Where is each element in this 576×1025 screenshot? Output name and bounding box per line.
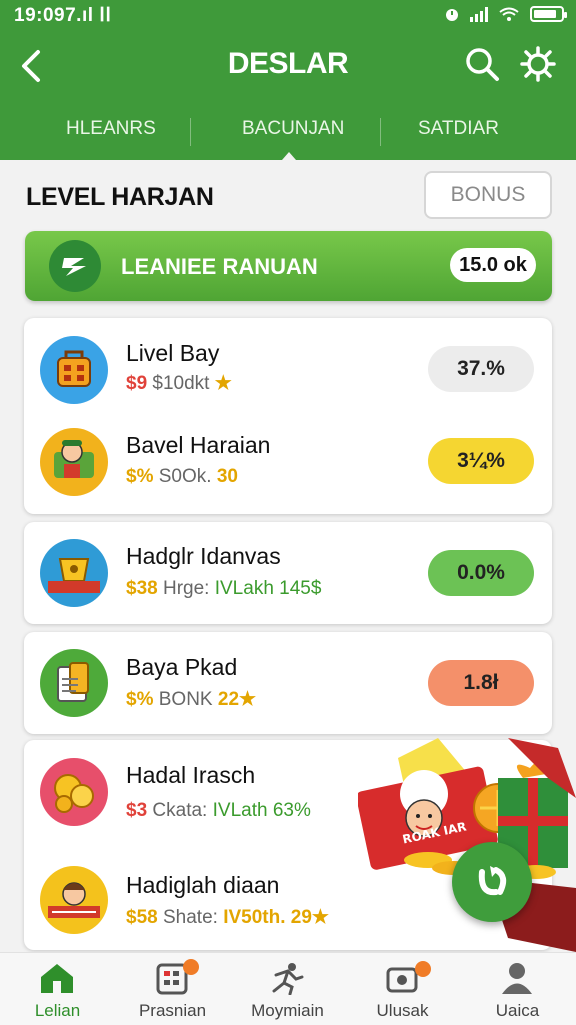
tab-bar: HLEANRS BACUNJAN SATDIAR <box>0 108 576 152</box>
list-card: Livel Bay $9 $10dkt ★ 37.% Bavel Haraian… <box>24 318 552 514</box>
trophy-icon <box>40 539 108 607</box>
nav-label: Prasnian <box>138 1001 207 1020</box>
app-header: 19:097.ıl ⅠⅠ DESLAR HLEANRS BACUNJAN SAT… <box>0 0 576 160</box>
alarm-icon <box>446 9 458 21</box>
home-icon <box>41 964 73 993</box>
item-title: Hadglr Idanvas <box>126 543 281 569</box>
status-icons <box>444 5 567 23</box>
banner-value: 15.0 ok <box>450 248 536 282</box>
item-subtitle: $38 Hrge: IVLakh 145$ <box>126 578 322 599</box>
character-icon <box>40 866 108 934</box>
value-pill[interactable]: 3¼% <box>428 438 534 484</box>
value-pill[interactable]: 37.% <box>428 346 534 392</box>
notification-dot <box>183 959 199 975</box>
floating-action-button[interactable] <box>452 842 532 922</box>
item-title: Baya Pkad <box>126 654 238 680</box>
item-subtitle: $% BONK 22★ <box>126 689 257 710</box>
active-tab-indicator <box>282 152 296 160</box>
nav-item-moymiain[interactable]: Moymiain <box>230 953 345 1025</box>
item-title: Livel Bay <box>126 340 220 366</box>
character-icon <box>40 428 108 496</box>
item-subtitle: $9 $10dkt ★ <box>126 373 232 394</box>
nav-item-uaica[interactable]: Uaica <box>460 953 575 1025</box>
section-title: LEVEL HARJAN <box>26 183 214 211</box>
tab-divider <box>190 118 191 146</box>
tab-divider <box>380 118 381 146</box>
list-card: Baya Pkad $% BONK 22★ 1.8ł <box>24 632 552 734</box>
nav-label: Uaica <box>495 1001 540 1020</box>
item-subtitle: $58 Shate: IV50th. 29★ <box>126 907 329 928</box>
wifi-signal-icon <box>499 7 519 21</box>
item-subtitle: $3 Ckata: IVLath 63% <box>126 800 311 821</box>
nav-label: Ulusak <box>376 1001 429 1020</box>
bonus-button[interactable]: BONUS <box>424 171 552 219</box>
coins-icon <box>40 758 108 826</box>
tab-bacunjan[interactable]: BACUNJAN <box>242 118 344 140</box>
list-item[interactable]: Bavel Haraian $% S0Ok. 30 3¼% <box>24 408 552 518</box>
nav-item-lelian[interactable]: Lelian <box>0 953 115 1025</box>
battery-icon <box>530 6 567 22</box>
item-title: Bavel Haraian <box>126 432 271 458</box>
list-card: Hadglr Idanvas $38 Hrge: IVLakh 145$ 0.0… <box>24 522 552 624</box>
list-item[interactable]: Baya Pkad $% BONK 22★ 1.8ł <box>24 632 552 734</box>
document-icon <box>40 649 108 717</box>
nav-label: Lelian <box>34 1001 81 1020</box>
banner-label: LEANIEE RANUAN <box>121 254 318 279</box>
runner-icon <box>272 963 304 995</box>
profile-icon <box>502 963 532 994</box>
list-item[interactable]: Hadglr Idanvas $38 Hrge: IVLakh 145$ 0.0… <box>24 522 552 624</box>
bag-icon <box>40 336 108 404</box>
bottom-navigation: Lelian Prasnian Moymiain Ulusak Uaica <box>0 952 576 1025</box>
signal-icon <box>470 6 488 22</box>
value-pill[interactable]: 0.0% <box>428 550 534 596</box>
nav-label: Moymiain <box>251 1001 324 1020</box>
banner-badge-icon <box>49 240 101 292</box>
nav-item-ulusak[interactable]: Ulusak <box>345 953 460 1025</box>
status-time: 19:097.ıl ⅠⅠ <box>14 5 112 26</box>
nav-item-prasnian[interactable]: Prasnian <box>115 953 230 1025</box>
refresh-icon <box>478 866 507 896</box>
search-icon[interactable] <box>462 44 502 84</box>
value-pill[interactable]: 1.8ł <box>428 660 534 706</box>
item-title: Hadal Irasch <box>126 762 256 788</box>
gear-icon[interactable] <box>518 44 558 84</box>
status-bar: 19:097.ıl ⅠⅠ <box>0 0 576 30</box>
tab-satdiar[interactable]: SATDIAR <box>418 118 499 140</box>
reward-banner[interactable]: LEANIEE RANUAN 15.0 ok <box>25 231 552 301</box>
notification-dot <box>415 961 431 977</box>
item-title: Hadiglah diaan <box>126 872 280 898</box>
item-subtitle: $% S0Ok. 30 <box>126 466 238 487</box>
tab-hleanrs[interactable]: HLEANRS <box>66 118 156 140</box>
